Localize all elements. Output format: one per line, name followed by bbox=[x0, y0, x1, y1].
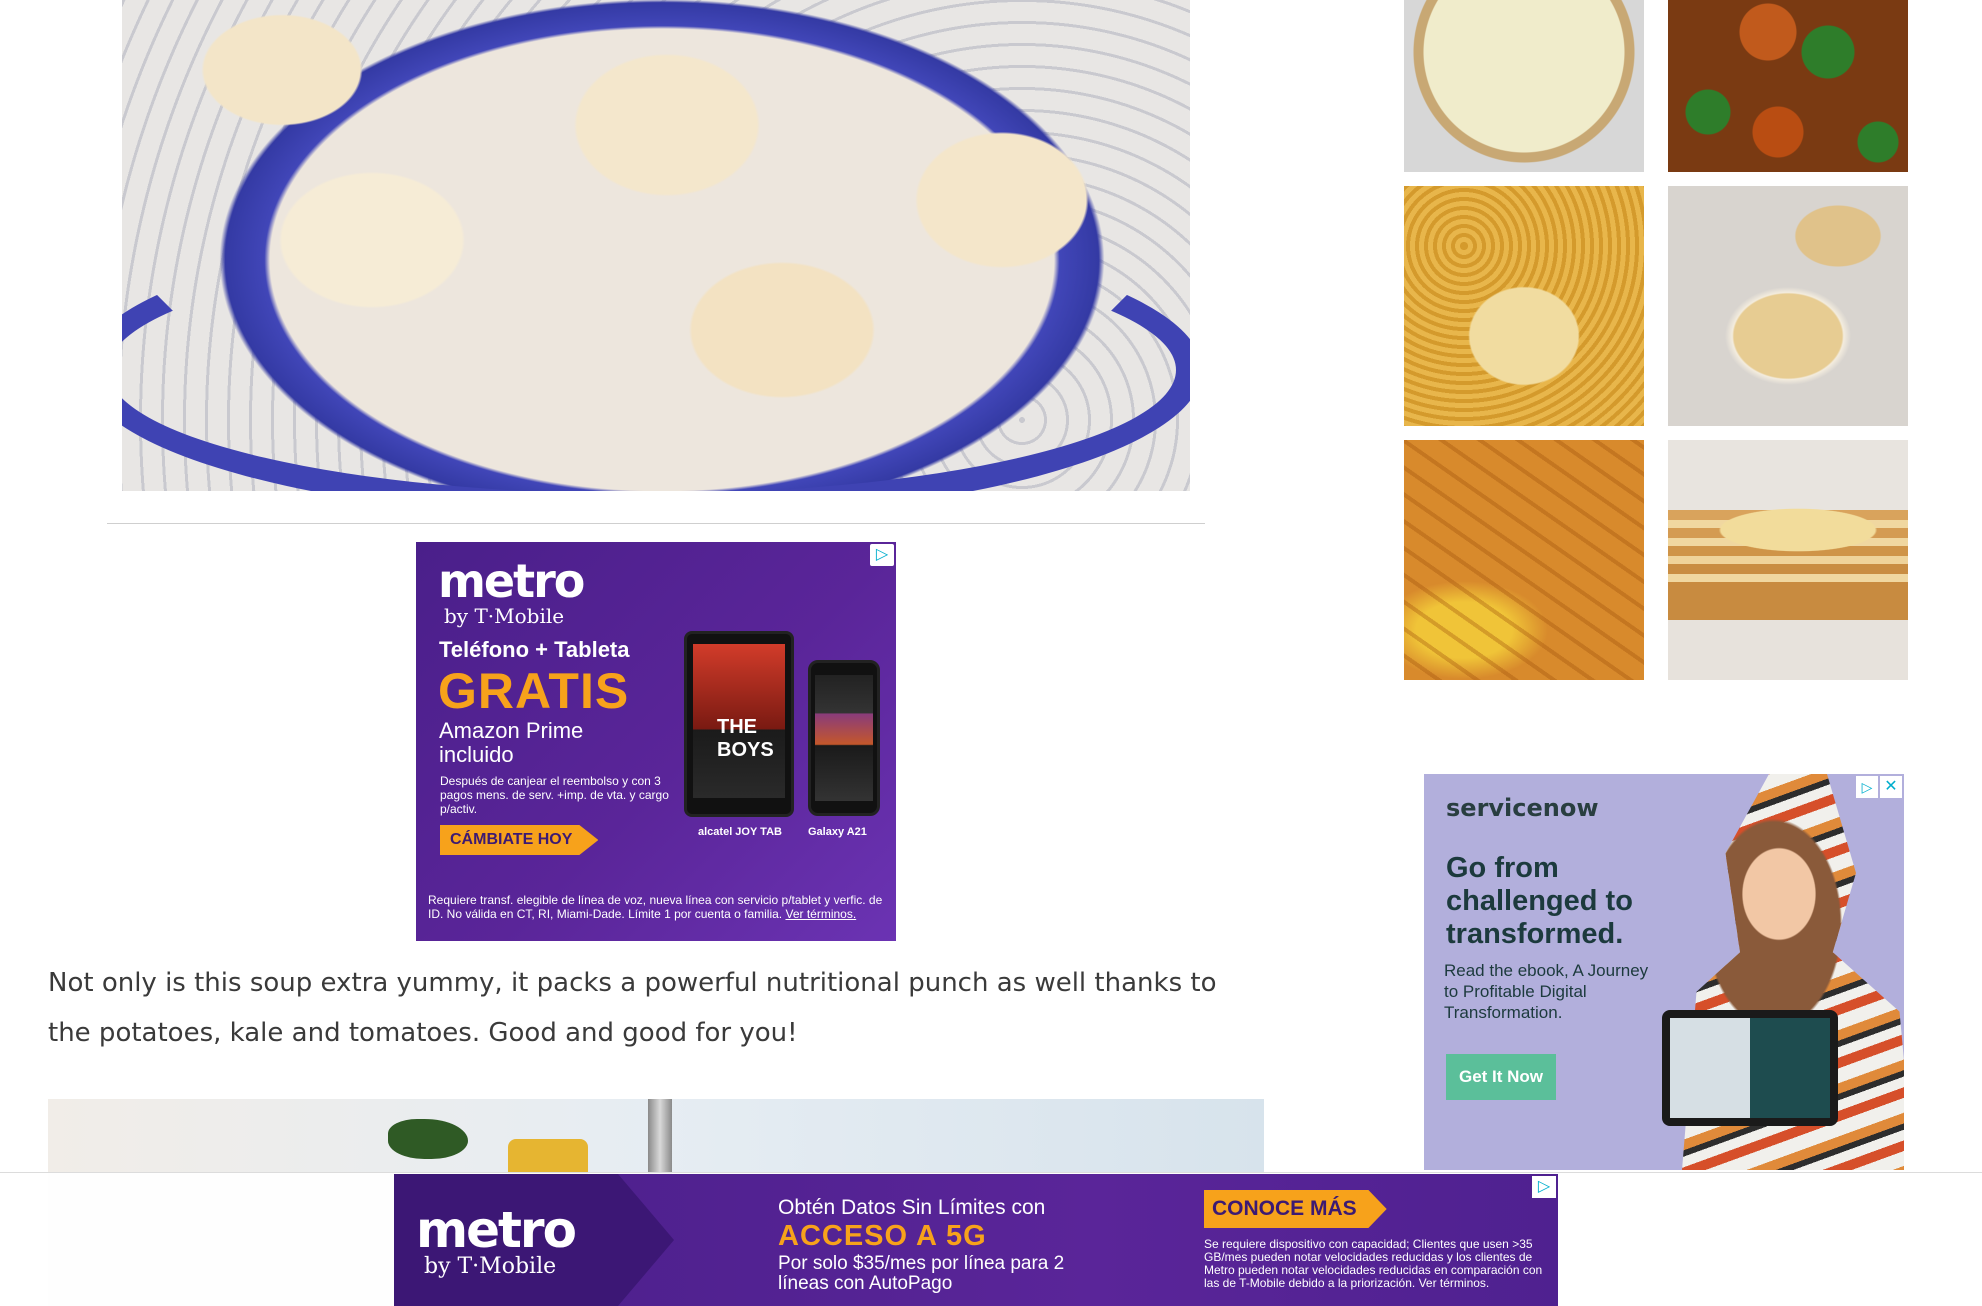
recipe-thumb-key-lime-pie[interactable] bbox=[1404, 0, 1644, 172]
bottom-ad-price: Por solo $35/mes por línea para 2 líneas… bbox=[778, 1253, 1065, 1294]
recipe-thumb-pancakes[interactable] bbox=[1668, 440, 1908, 680]
servicenow-cta-button[interactable]: Get It Now bbox=[1446, 1054, 1556, 1100]
servicenow-headline: Go from challenged to transformed. bbox=[1446, 852, 1633, 950]
metro-logo-sub: by T·Mobile bbox=[444, 604, 565, 628]
ad-fine-print: Después de canjear el reembolso y con 3 … bbox=[440, 774, 669, 816]
ad-tablet-photo bbox=[1662, 1010, 1838, 1126]
ad-subhead: Amazon Prime incluido bbox=[439, 718, 584, 767]
metro-ad-banner[interactable]: ▷ metro by T·Mobile Teléfono + Tableta G… bbox=[416, 542, 896, 941]
servicenow-subtext: Read the ebook, A Journey to Profitable … bbox=[1444, 961, 1649, 1022]
metro-logo-word: metro bbox=[438, 554, 585, 608]
tablet-show-title: THE BOYS bbox=[717, 716, 774, 761]
phone-screen bbox=[815, 675, 873, 801]
ad-choices-icon[interactable]: ▷ bbox=[870, 544, 894, 566]
ad-headline: Teléfono + Tableta bbox=[439, 637, 630, 662]
metro-bottom-ad-banner[interactable]: metro by T·Mobile Obtén Datos Sin Límite… bbox=[394, 1174, 1558, 1306]
metro-logo: metro by T·Mobile bbox=[438, 554, 585, 628]
ad-tablet-screen bbox=[1670, 1018, 1830, 1118]
phone-label: Galaxy A21 bbox=[808, 826, 867, 838]
metro-logo: metro by T·Mobile bbox=[416, 1201, 577, 1279]
recipe-thumb-tater-tot-casserole[interactable] bbox=[1404, 440, 1644, 680]
ad-cta-button[interactable]: CÁMBIATE HOY bbox=[440, 825, 599, 855]
ad-terms-link[interactable]: Ver términos. bbox=[785, 907, 856, 921]
ad-legal-text: Requiere transf. elegible de línea de vo… bbox=[428, 893, 888, 921]
bottom-ad-fine-print: Se requiere dispositivo con capacidad; C… bbox=[1204, 1237, 1543, 1290]
ad-choices-icon[interactable]: ▷ bbox=[1532, 1176, 1556, 1198]
ad-highlight: GRATIS bbox=[438, 663, 630, 719]
bottom-ad-line1: Obtén Datos Sin Límites con bbox=[778, 1196, 1046, 1219]
servicenow-logo: servicenow bbox=[1446, 794, 1599, 822]
metro-logo-sub: by T·Mobile bbox=[424, 1254, 557, 1279]
servicenow-ad-banner[interactable]: servicenow Go from challenged to transfo… bbox=[1424, 774, 1904, 1170]
tablet-image: THE BOYS bbox=[684, 631, 794, 817]
phone-image bbox=[808, 660, 880, 816]
ad-choices-icon[interactable]: ▷ bbox=[1856, 776, 1878, 798]
bottom-ad-highlight: ACCESO A 5G bbox=[778, 1220, 987, 1252]
biscuit-skillet-image bbox=[122, 0, 1190, 491]
kale-detail bbox=[388, 1119, 468, 1159]
content-divider bbox=[107, 523, 1205, 524]
metro-logo-word: metro bbox=[416, 1201, 577, 1259]
article-paragraph: Not only is this soup extra yummy, it pa… bbox=[48, 968, 1217, 1048]
skillet-rim bbox=[122, 220, 1190, 491]
recipe-thumb-chicken-stir-fry[interactable] bbox=[1668, 0, 1908, 172]
tablet-label: alcatel JOY TAB bbox=[698, 826, 782, 838]
recipe-thumb-biscuits[interactable] bbox=[1668, 186, 1908, 426]
close-icon[interactable]: ✕ bbox=[1880, 776, 1902, 798]
bottom-ad-cta-button[interactable]: CONOCE MÁS bbox=[1204, 1190, 1387, 1228]
recipe-thumb-mac-and-cheese[interactable] bbox=[1404, 186, 1644, 426]
